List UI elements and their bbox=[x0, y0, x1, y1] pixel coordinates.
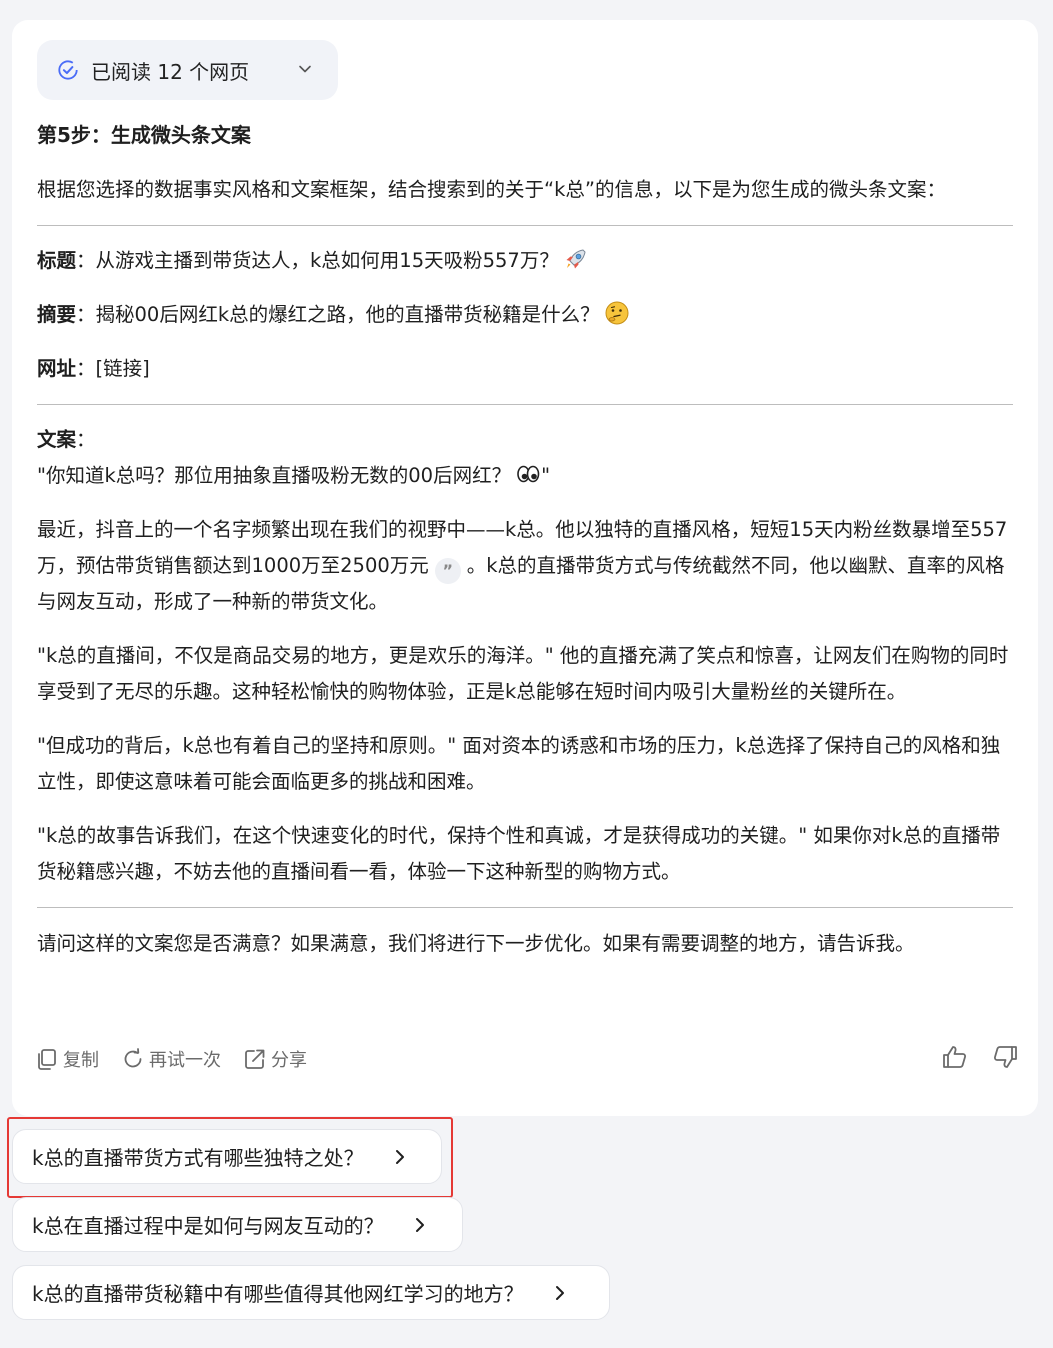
suggestion-3[interactable]: k总的直播带货秘籍中有哪些值得其他网红学习的地方？ bbox=[12, 1265, 610, 1320]
rocket-icon bbox=[566, 249, 586, 269]
answer-card: 已阅读 12 个网页 第5步：生成微头条文案 根据您选择的数据事实风格和文案框架… bbox=[12, 20, 1038, 1116]
refresh-icon bbox=[124, 1048, 142, 1068]
eyes-icon bbox=[517, 465, 540, 483]
suggestion-3-label: k总的直播带货秘籍中有哪些值得其他网红学习的地方？ bbox=[32, 1282, 524, 1306]
suggestion-1[interactable]: k总的直播带货方式有哪些独特之处？ bbox=[12, 1129, 442, 1184]
quote-text: "你知道k总吗？那位用抽象直播吸粉无数的00后网红？ bbox=[37, 464, 512, 487]
answer-content: 第5步：生成微头条文案 根据您选择的数据事实风格和文案框架，结合搜索到的关于“k… bbox=[37, 112, 1013, 962]
paragraph-2: "k总的直播间，不仅是商品交易的地方，更是欢乐的海洋。" 他的直播充满了笑点和惊… bbox=[37, 644, 1009, 703]
copy-label: 复制 bbox=[63, 1050, 99, 1071]
check-circle-icon bbox=[58, 60, 78, 80]
closing-text: 请问这样的文案您是否满意？如果满意，我们将进行下一步优化。如果有需要调整的地方，… bbox=[37, 932, 915, 955]
copy-field: 文案： bbox=[37, 422, 1013, 458]
suggestion-2[interactable]: k总在直播过程中是如何与网友互动的？ bbox=[12, 1197, 463, 1252]
paragraph-1: 最近，抖音上的一个名字频繁出现在我们的视野中——k总。他以独特的直播风格，短短1… bbox=[37, 512, 1013, 620]
share-button[interactable]: 分享 bbox=[243, 1046, 307, 1072]
title-field: 标题：从游戏主播到带货达人，k总如何用15天吸粉557万？ bbox=[37, 243, 1013, 279]
thinking-face-icon bbox=[605, 301, 629, 325]
copy-label: 文案 bbox=[37, 428, 77, 451]
url-label: 网址 bbox=[37, 357, 77, 380]
divider bbox=[37, 225, 1013, 226]
quote-end: " bbox=[541, 464, 551, 487]
title-value: ：从游戏主播到带货达人，k总如何用15天吸粉557万？ bbox=[76, 249, 559, 272]
step-title: 第5步：生成微头条文案 bbox=[37, 123, 251, 147]
copy-icon bbox=[38, 1049, 56, 1070]
chevron-right-icon bbox=[395, 1149, 404, 1164]
url-field: 网址：[链接] bbox=[37, 351, 1013, 387]
summary-field: 摘要：揭秘00后网红k总的爆红之路，他的直播带货秘籍是什么？ bbox=[37, 297, 1013, 333]
summary-label: 摘要 bbox=[37, 303, 77, 326]
divider bbox=[37, 404, 1013, 405]
read-sources-toggle[interactable]: 已阅读 12 个网页 bbox=[37, 40, 338, 100]
share-label: 分享 bbox=[271, 1050, 307, 1071]
feedback-buttons bbox=[919, 1043, 1019, 1071]
share-icon bbox=[245, 1049, 265, 1069]
copy-colon: ： bbox=[76, 428, 96, 451]
paragraph-3: "但成功的背后，k总也有着自己的坚持和原则。" 面对资本的诱惑和市场的压力，k总… bbox=[37, 734, 1001, 793]
title-label: 标题 bbox=[37, 249, 77, 272]
chevron-right-icon bbox=[415, 1217, 424, 1232]
divider bbox=[37, 907, 1013, 908]
thumbs-down-icon[interactable] bbox=[991, 1043, 1019, 1071]
paragraph-4: "k总的故事告诉我们，在这个快速变化的时代，保持个性和真诚，才是获得成功的关键。… bbox=[37, 824, 1001, 883]
chevron-right-icon bbox=[555, 1285, 564, 1300]
suggestion-1-label: k总的直播带货方式有哪些独特之处？ bbox=[32, 1146, 364, 1170]
quote-line: "你知道k总吗？那位用抽象直播吸粉无数的00后网红？ " bbox=[37, 458, 1013, 494]
chevron-down-icon bbox=[299, 65, 311, 73]
citation-quote-icon[interactable]: ” bbox=[434, 558, 461, 584]
suggestion-2-label: k总在直播过程中是如何与网友互动的？ bbox=[32, 1214, 384, 1238]
url-value: ：[链接] bbox=[76, 357, 150, 380]
copy-button[interactable]: 复制 bbox=[35, 1046, 99, 1072]
read-sources-label: 已阅读 12 个网页 bbox=[91, 59, 250, 84]
retry-label: 再试一次 bbox=[149, 1050, 221, 1071]
retry-button[interactable]: 再试一次 bbox=[121, 1046, 221, 1072]
answer-actions: 复制 再试一次 分享 bbox=[35, 1043, 329, 1075]
summary-value: ：揭秘00后网红k总的爆红之路，他的直播带货秘籍是什么？ bbox=[76, 303, 600, 326]
thumbs-up-icon[interactable] bbox=[941, 1043, 969, 1071]
intro-text: 根据您选择的数据事实风格和文案框架，结合搜索到的关于“k总”的信息，以下是为您生… bbox=[37, 178, 946, 201]
